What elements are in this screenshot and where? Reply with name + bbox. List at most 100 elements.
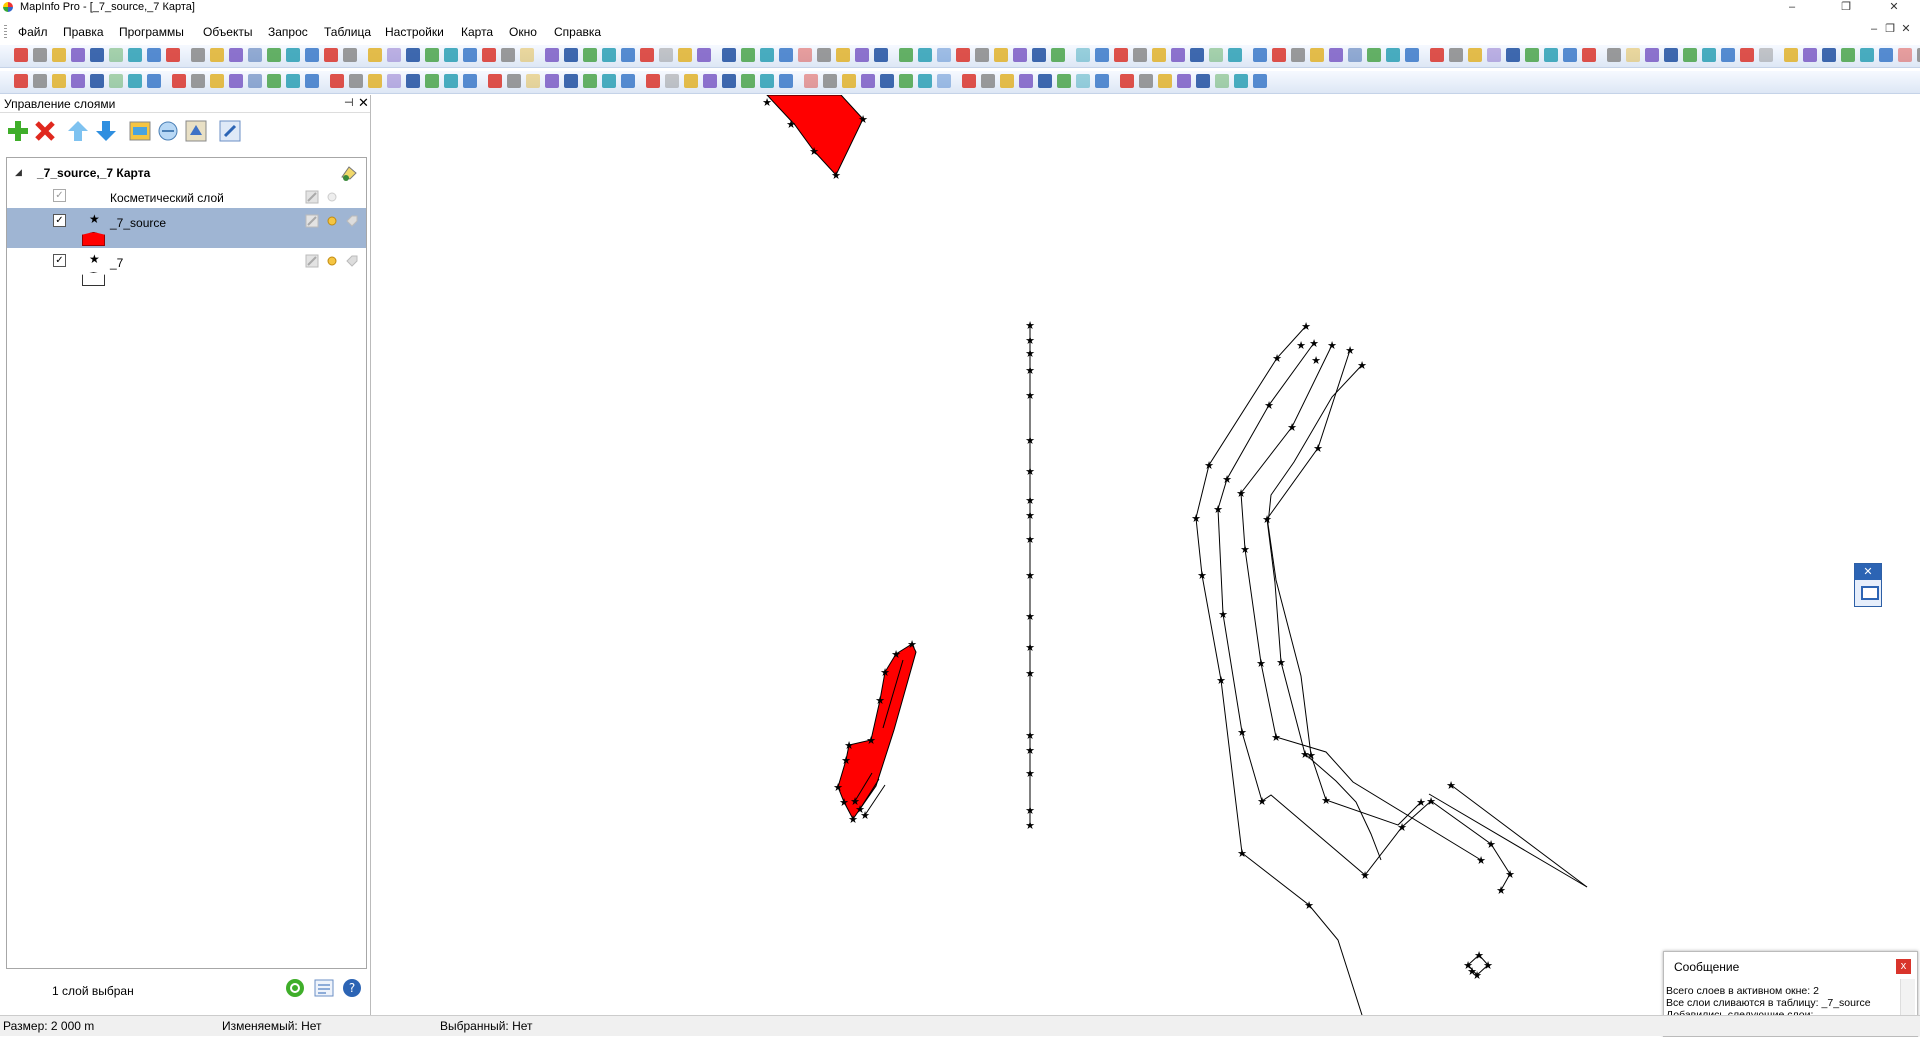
label-icon[interactable] — [184, 119, 208, 143]
toolbar-tool-icon[interactable] — [1367, 48, 1381, 62]
toolbar-tool-icon[interactable] — [229, 48, 243, 62]
editable-icon[interactable] — [305, 190, 319, 204]
toolbar-tool-icon[interactable] — [779, 74, 793, 88]
toolbar-tool-icon[interactable] — [697, 48, 711, 62]
help-icon[interactable]: ? — [341, 977, 363, 999]
toolbar-tool-icon[interactable] — [722, 48, 736, 62]
menu-objects[interactable]: Объекты — [203, 25, 253, 39]
toolbar-tool-icon[interactable] — [741, 74, 755, 88]
editable-icon[interactable] — [305, 214, 319, 228]
plus-icon[interactable] — [6, 119, 30, 143]
toolbar-tool-icon[interactable] — [545, 74, 559, 88]
toolbar-tool-icon[interactable] — [1740, 48, 1754, 62]
toolbar-tool-icon[interactable] — [305, 48, 319, 62]
toolbar-tool-icon[interactable] — [975, 48, 989, 62]
layer-row-source[interactable]: ✓ ★ _7_source — [7, 208, 366, 248]
toolbar-tool-icon[interactable] — [1209, 48, 1223, 62]
refresh-icon[interactable] — [284, 977, 306, 999]
message-close-button[interactable]: x — [1896, 959, 1911, 974]
menu-file[interactable]: Файл — [18, 25, 48, 39]
toolbar-tool-icon[interactable] — [722, 74, 736, 88]
map-window[interactable]: ★ ★ ★ ★ ★ ★ ★ ★ ★ ★ ★ ★ ★ ★ ★ ★ ★ ★ ★ ★ ★ ★ ★ ★ ★ ★ ★ ★ ★ ★ ★ ★ ★ ★ ★ ★ ★ ★ ★ ★… — [371, 95, 1920, 1015]
toolbar-tool-icon[interactable] — [760, 48, 774, 62]
toolbar-tool-icon[interactable] — [1190, 48, 1204, 62]
arrow-down-icon[interactable] — [94, 119, 118, 143]
toolbar-tool-icon[interactable] — [1158, 74, 1172, 88]
toolbar-tool-icon[interactable] — [368, 74, 382, 88]
toolbar-tool-icon[interactable] — [1272, 48, 1286, 62]
toolbar-tool-icon[interactable] — [1525, 48, 1539, 62]
toolbar-tool-icon[interactable] — [463, 48, 477, 62]
toolbar-tool-icon[interactable] — [1000, 74, 1014, 88]
layer-icon[interactable] — [128, 119, 152, 143]
visibility-checkbox[interactable]: ✓ — [53, 254, 66, 267]
toolbar-tool-icon[interactable] — [956, 48, 970, 62]
mdi-close-button[interactable]: ✕ — [1898, 22, 1914, 35]
toolbar-tool-icon[interactable] — [1702, 48, 1716, 62]
toolbar-tool-icon[interactable] — [1076, 48, 1090, 62]
toolbar-tool-icon[interactable] — [71, 48, 85, 62]
toolbar-tool-icon[interactable] — [330, 74, 344, 88]
layer-row-7[interactable]: ✓ ★ _7 — [7, 248, 366, 288]
toolbar-tool-icon[interactable] — [1133, 48, 1147, 62]
mdi-restore-button[interactable]: ❐ — [1882, 22, 1898, 35]
pin-icon[interactable]: ⊣ — [344, 96, 354, 109]
toolbar-tool-icon[interactable] — [501, 48, 515, 62]
toolbar-tool-icon[interactable] — [229, 74, 243, 88]
toolbar-tool-icon[interactable] — [425, 48, 439, 62]
toolbar-tool-icon[interactable] — [1405, 48, 1419, 62]
map-canvas[interactable]: ★ ★ ★ ★ ★ ★ ★ ★ ★ ★ ★ ★ ★ ★ ★ ★ ★ ★ ★ ★ ★ ★ ★ ★ ★ ★ ★ ★ ★ ★ ★ ★ ★ ★ ★ ★ ★ ★ ★ ★… — [371, 95, 1920, 1015]
toolbar-tool-icon[interactable] — [368, 48, 382, 62]
toolbar-tool-icon[interactable] — [861, 74, 875, 88]
menu-help[interactable]: Справка — [554, 25, 601, 39]
toolbar-tool-icon[interactable] — [128, 48, 142, 62]
toolbar-tool-icon[interactable] — [286, 74, 300, 88]
toolbar-tool-icon[interactable] — [349, 74, 363, 88]
toolbar-tool-icon[interactable] — [1582, 48, 1596, 62]
label-toggle-icon[interactable] — [345, 214, 359, 228]
toolbar-tool-icon[interactable] — [1228, 48, 1242, 62]
toolbar-tool-icon[interactable] — [406, 48, 420, 62]
toolbar-tool-icon[interactable] — [1038, 74, 1052, 88]
toolbar-tool-icon[interactable] — [387, 74, 401, 88]
toolbar-tool-icon[interactable] — [387, 48, 401, 62]
toolbar-tool-icon[interactable] — [918, 74, 932, 88]
restore-button[interactable]: ❐ — [1826, 0, 1866, 15]
toolbar-tool-icon[interactable] — [1430, 48, 1444, 62]
toolbar-tool-icon[interactable] — [1468, 48, 1482, 62]
toolbar-tool-icon[interactable] — [1759, 48, 1773, 62]
toolbar-tool-icon[interactable] — [1076, 74, 1090, 88]
toolbar-tool-icon[interactable] — [482, 48, 496, 62]
toolbar-tool-icon[interactable] — [962, 74, 976, 88]
toolbar-tool-icon[interactable] — [602, 48, 616, 62]
toolbar-tool-icon[interactable] — [646, 74, 660, 88]
toolbar-tool-icon[interactable] — [564, 48, 578, 62]
toolbar-tool-icon[interactable] — [71, 74, 85, 88]
toolbar-tool-icon[interactable] — [918, 48, 932, 62]
toolbar-tool-icon[interactable] — [1487, 48, 1501, 62]
toolbar-tool-icon[interactable] — [583, 48, 597, 62]
toolbar-tool-icon[interactable] — [621, 74, 635, 88]
toolbar-tool-icon[interactable] — [621, 48, 635, 62]
editable-icon[interactable] — [305, 254, 319, 268]
close-button[interactable]: ✕ — [1874, 0, 1914, 15]
toolbar-tool-icon[interactable] — [14, 74, 28, 88]
toolbar-tool-icon[interactable] — [823, 74, 837, 88]
toolbar-tool-icon[interactable] — [1253, 74, 1267, 88]
toolbar-tool-icon[interactable] — [343, 48, 357, 62]
toolbar-tool-icon[interactable] — [1291, 48, 1305, 62]
toolbar-tool-icon[interactable] — [109, 48, 123, 62]
toolbar-tool-icon[interactable] — [14, 48, 28, 62]
toolbar-tool-icon[interactable] — [33, 74, 47, 88]
toolbar-tool-icon[interactable] — [488, 74, 502, 88]
toolbar-tool-icon[interactable] — [210, 74, 224, 88]
toolbar-tool-icon[interactable] — [1215, 74, 1229, 88]
menu-table[interactable]: Таблица — [324, 25, 371, 39]
toolbar-tool-icon[interactable] — [286, 48, 300, 62]
toolbar-tool-icon[interactable] — [1032, 48, 1046, 62]
toolbar-tool-icon[interactable] — [1329, 48, 1343, 62]
toolbar-tool-icon[interactable] — [1177, 74, 1191, 88]
toolbar-tool-icon[interactable] — [564, 74, 578, 88]
toolbar-tool-icon[interactable] — [1139, 74, 1153, 88]
toolbar-tool-icon[interactable] — [324, 48, 338, 62]
